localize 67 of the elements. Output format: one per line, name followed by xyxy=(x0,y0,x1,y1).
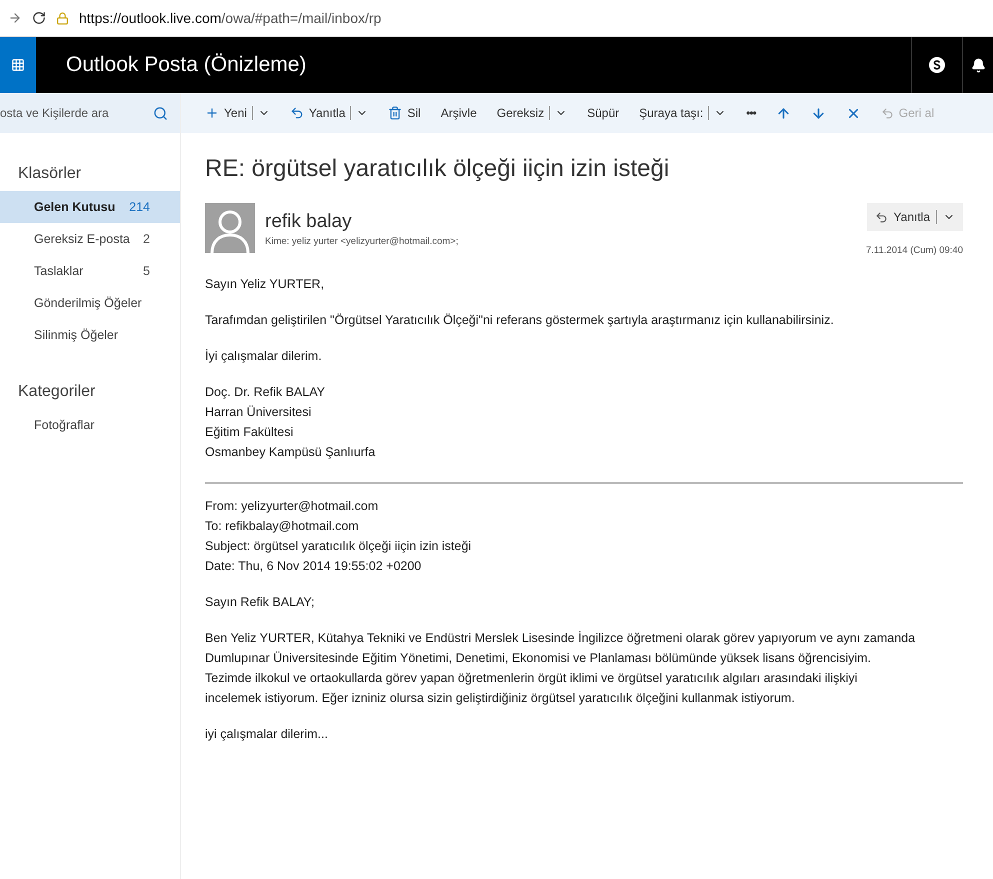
toolbar-button[interactable]: Sil xyxy=(388,106,421,120)
body-text: iyi çalışmalar dilerim... xyxy=(205,726,329,743)
body-text: Ben Yeliz YURTER, Kütahya Tekniki ve Endüstri Merslek Lisesinde İngilizce öğretmeni olarak görev yapıyorum ve aynı zamanda xyxy=(205,630,916,647)
folder-item[interactable]: Silinmiş Öğeler xyxy=(0,319,180,351)
address-bar[interactable]: https://outlook.live.com/owa/#path=/mail/inbox/rp xyxy=(79,10,382,26)
reload-icon[interactable] xyxy=(32,11,46,25)
unread-count: 214 xyxy=(129,200,150,214)
folder-label: Gereksiz E-posta xyxy=(34,232,130,246)
body-text: Eğitim Fakültesi xyxy=(205,424,294,441)
folder-heading[interactable]: Klasörler xyxy=(0,165,180,183)
toolbar-button[interactable]: Şuraya taşı: xyxy=(639,106,726,120)
app-title: Outlook Posta (Önizleme) xyxy=(66,53,308,77)
body-text: Subject: örgütsel yaratıcılık ölçeği iiçin izin isteği xyxy=(205,538,472,555)
body-text: Date: Thu, 6 Nov 2014 19:55:02 +0200 xyxy=(205,558,422,575)
toolbar-button[interactable]: Arşivle xyxy=(440,106,477,120)
skype-icon[interactable] xyxy=(929,57,945,73)
message-date: 7.11.2014 (Cum) 09:40 xyxy=(866,245,963,256)
message-subject: RE: örgütsel yaratıcılık ölçeği iiçin izin isteği xyxy=(205,155,670,183)
sender-name: refik balay xyxy=(265,211,353,233)
previous-button[interactable] xyxy=(776,106,791,120)
body-text: Doç. Dr. Refik BALAY xyxy=(205,384,326,401)
folder-item[interactable]: Gönderilmiş Öğeler xyxy=(0,287,180,319)
forward-icon[interactable] xyxy=(8,11,22,25)
folder-item[interactable]: Gereksiz E-posta 2 xyxy=(0,223,180,255)
search-field[interactable]: osta ve Kişilerde ara xyxy=(0,106,130,120)
body-text: Dumlupınar Üniversitesinde Eğitim Yönetimi, Denetimi, Ekonomisi ve Planlaması bölümünde yüksek lisans öğrencisiyim. xyxy=(205,650,872,667)
body-text: Osmanbey Kampüsü Şanlıurfa xyxy=(205,444,376,461)
lock-icon xyxy=(56,12,69,24)
recipient-line: Kime: yeliz yurter <yelizyurter@hotmail.com>; xyxy=(265,236,460,247)
toolbar-button[interactable]: Yanıtla xyxy=(290,106,368,120)
folder-label: Taslaklar xyxy=(34,264,84,278)
reply-button[interactable]: Yanıtla xyxy=(866,203,963,231)
next-button[interactable] xyxy=(810,106,826,120)
folder-item[interactable]: Gelen Kutusu 214 xyxy=(0,191,180,223)
unread-count: 2 xyxy=(143,232,150,246)
bell-icon[interactable] xyxy=(970,58,986,72)
toolbar-button[interactable]: Yeni xyxy=(205,106,270,120)
body-text: İyi çalışmalar dilerim. xyxy=(205,348,323,365)
folder-heading[interactable]: Kategoriler xyxy=(0,383,180,401)
folder-label: Fotoğraflar xyxy=(34,418,94,432)
toolbar-button[interactable]: Süpür xyxy=(587,106,620,120)
app-launcher[interactable] xyxy=(0,37,36,93)
body-text: From: yelizyurter@hotmail.com xyxy=(205,498,380,515)
folder-label: Gelen Kutusu xyxy=(34,200,116,214)
toolbar-button[interactable]: Gereksiz xyxy=(496,106,568,120)
body-text: To: refikbalay@hotmail.com xyxy=(205,518,360,535)
search-icon[interactable] xyxy=(153,106,168,120)
folder-label: Silinmiş Öğeler xyxy=(34,328,118,342)
unread-count: 5 xyxy=(143,264,150,278)
folder-item[interactable]: Taslaklar 5 xyxy=(0,255,180,287)
reply-icon xyxy=(290,106,304,120)
avatar xyxy=(205,203,255,253)
body-text: Harran Üniversitesi xyxy=(205,404,312,421)
body-text: Tezimde ilkokul ve ortaokullarda görev yapan öğretmenlerin örgüt iklimi ve örgütsel yaratıcılık algıları arasındaki ilişkiyi xyxy=(205,670,858,687)
body-text: Sayın Yeliz YURTER, xyxy=(205,276,326,293)
body-text: Sayın Refik BALAY; xyxy=(205,594,316,611)
trash-icon xyxy=(388,106,402,120)
body-text: Tarafımdan geliştirilen "Örgütsel Yaratıcılık Ölçeği"ni referans göstermek şartıyla araştırmanız için kullanabilirsiniz. xyxy=(205,312,835,329)
undo-icon xyxy=(880,106,894,120)
folder-item[interactable]: Fotoğraflar xyxy=(0,409,180,441)
plus-icon xyxy=(205,106,219,120)
toolbar-button[interactable]: ••• xyxy=(746,106,756,120)
search-bar[interactable]: osta ve Kişilerde ara xyxy=(0,93,180,133)
folder-label: Gönderilmiş Öğeler xyxy=(34,296,142,310)
body-text: incelemek istiyorum. Eğer izniniz olursa sizin geliştirdiğiniz örgütsel yaratıcılık ölçeğini kullanmak istiyorum. xyxy=(205,690,796,707)
grid-icon xyxy=(11,58,25,72)
reply-icon xyxy=(874,210,888,224)
